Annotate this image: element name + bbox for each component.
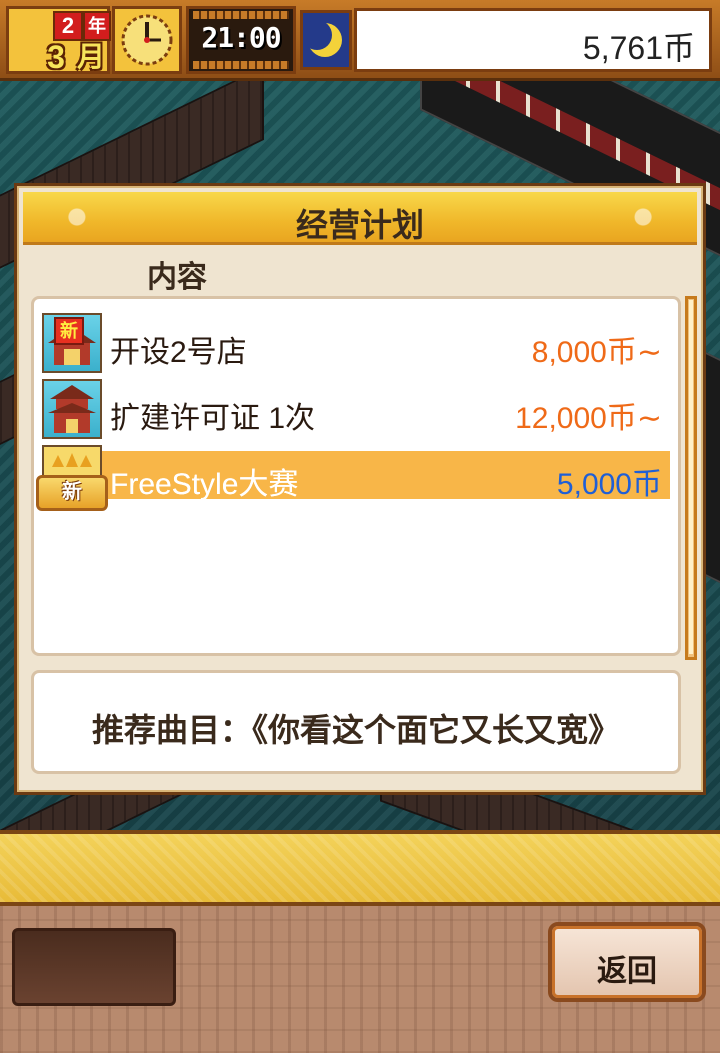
item-price: 5,000币 xyxy=(556,468,662,501)
new-badge: 新 xyxy=(54,317,84,345)
new-badge: 新 xyxy=(36,475,108,511)
item-price: 12,000币∼ xyxy=(515,402,662,435)
money-amount: 5,761币 xyxy=(582,30,695,66)
plan-list: 新 开设2号店 8,000币∼ 扩建许可证 1次 12,000币∼ 新 Free… xyxy=(31,296,681,656)
dialog-title: 经营计划 xyxy=(295,207,424,243)
clock-icon xyxy=(112,6,182,74)
moon-icon xyxy=(300,10,352,70)
column-header: 内容 xyxy=(147,261,207,294)
date-display: 2 年 3 月 xyxy=(6,6,111,75)
scrollbar[interactable] xyxy=(685,296,697,660)
list-item-selected[interactable]: 新 FreeStyle大赛 5,000币 xyxy=(36,445,670,511)
dialog-header: 经营计划 xyxy=(23,192,697,245)
time-display: 21:00 xyxy=(186,6,296,74)
year-label: 年 xyxy=(83,11,111,41)
top-hud: 2 年 3 月 21:00 5,761币 xyxy=(0,0,720,81)
month-label: 月 xyxy=(76,41,105,72)
year-number: 2 xyxy=(53,11,83,41)
list-item[interactable]: 扩建许可证 1次 12,000币∼ xyxy=(42,379,670,441)
money-display: 5,761币 xyxy=(354,8,712,72)
back-button-label: 返回 xyxy=(597,955,657,988)
building-icon xyxy=(42,379,102,439)
time-text: 21:00 xyxy=(201,21,281,54)
list-item[interactable]: 新 开设2号店 8,000币∼ xyxy=(42,313,670,375)
description-text: 推荐曲目：《你看这个面它又长又宽》 xyxy=(91,712,620,748)
back-button[interactable]: 返回 xyxy=(548,922,706,1002)
message-bar xyxy=(0,830,720,906)
month-number: 3 xyxy=(47,39,65,75)
empty-slot xyxy=(12,928,176,1006)
description-panel: 推荐曲目：《你看这个面它又长又宽》 xyxy=(31,670,681,774)
scrollbar-thumb[interactable] xyxy=(689,300,693,654)
store-icon: 新 xyxy=(42,313,102,373)
item-name: 开设2号店 xyxy=(110,336,247,369)
business-plan-dialog: 经营计划 内容 新 开设2号店 8,000币∼ 扩建许可证 1次 12,000币… xyxy=(14,183,706,795)
item-name: FreeStyle大赛 xyxy=(110,468,299,501)
item-price: 8,000币∼ xyxy=(531,336,662,369)
item-name: 扩建许可证 1次 xyxy=(110,402,316,435)
